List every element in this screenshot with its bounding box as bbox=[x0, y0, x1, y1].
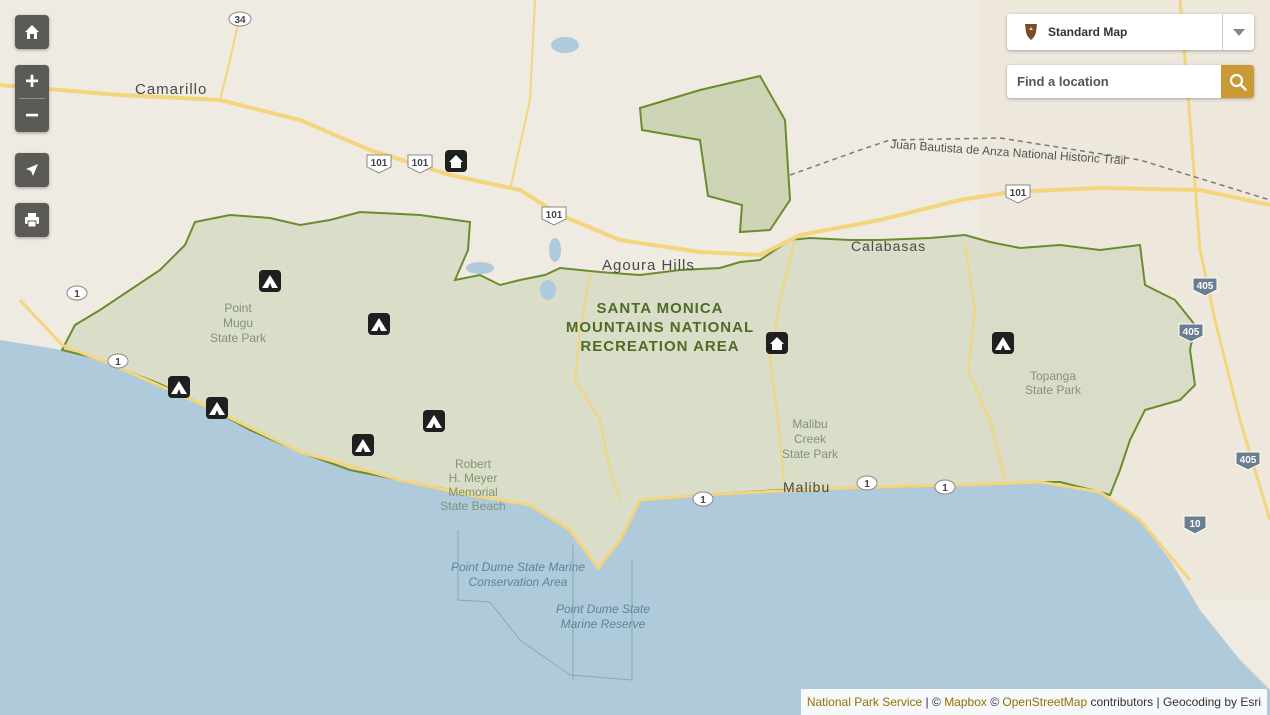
svg-text:1: 1 bbox=[700, 495, 706, 506]
search-icon bbox=[1229, 73, 1247, 91]
lake-malibou bbox=[540, 280, 556, 300]
basemap-dropdown-toggle[interactable] bbox=[1223, 14, 1254, 50]
svg-text:1: 1 bbox=[74, 289, 80, 300]
search-input[interactable] bbox=[1007, 65, 1221, 98]
lake-westlake bbox=[549, 238, 561, 262]
campground-marker[interactable] bbox=[423, 410, 445, 432]
route-shield-1: 1 bbox=[66, 285, 88, 301]
zoom-in-button[interactable]: + bbox=[15, 65, 49, 98]
lake-sherwood bbox=[466, 262, 494, 274]
route-shield-1: 1 bbox=[934, 479, 956, 495]
state-park-label-malibu-creek-2: Creek bbox=[794, 432, 827, 446]
state-beach-label-meyer-1: Robert bbox=[455, 457, 492, 471]
lake bbox=[551, 37, 579, 53]
search-button[interactable] bbox=[1221, 65, 1254, 98]
campground-marker[interactable] bbox=[168, 376, 190, 398]
locate-button[interactable] bbox=[15, 153, 49, 187]
svg-text:405: 405 bbox=[1183, 327, 1200, 338]
city-label-calabasas: Calabasas bbox=[851, 238, 926, 254]
park-label-line-1: SANTA MONICA bbox=[597, 300, 724, 317]
svg-text:1: 1 bbox=[864, 479, 870, 490]
svg-text:101: 101 bbox=[412, 158, 429, 169]
svg-text:101: 101 bbox=[1010, 188, 1027, 199]
chevron-down-icon bbox=[1232, 28, 1245, 36]
visitor-center-marker[interactable] bbox=[445, 150, 467, 172]
openstreetmap-link[interactable]: OpenStreetMap bbox=[1002, 695, 1087, 709]
state-park-label-point-mugu-2: Mugu bbox=[223, 316, 253, 330]
state-beach-label-meyer-3: Memorial bbox=[448, 485, 497, 499]
marine-area-label-reserve-1: Point Dume State bbox=[556, 602, 650, 616]
park-label-line-2: MOUNTAINS NATIONAL bbox=[566, 319, 754, 336]
state-park-label-point-mugu-1: Point bbox=[224, 301, 252, 315]
home-button[interactable] bbox=[15, 15, 49, 49]
route-shield-1: 1 bbox=[856, 475, 878, 491]
zoom-out-button[interactable]: − bbox=[15, 99, 49, 132]
attribution-separator: © bbox=[986, 695, 1003, 709]
attribution-text: contributors | Geocoding by Esri bbox=[1087, 695, 1261, 709]
route-shield-34: 34 bbox=[228, 11, 252, 27]
campground-marker[interactable] bbox=[368, 313, 390, 335]
city-label-camarillo: Camarillo bbox=[135, 81, 207, 98]
map-canvas[interactable]: Camarillo Agoura Hills Calabasas Malibu … bbox=[0, 0, 1270, 715]
visitor-center-marker[interactable] bbox=[766, 332, 788, 354]
svg-text:1: 1 bbox=[942, 483, 948, 494]
marine-area-label-conservation-1: Point Dume State Marine bbox=[451, 560, 585, 574]
nps-arrowhead-icon bbox=[1025, 24, 1037, 40]
location-search bbox=[1007, 65, 1254, 98]
svg-text:101: 101 bbox=[371, 158, 388, 169]
svg-text:101: 101 bbox=[546, 210, 563, 221]
home-icon bbox=[25, 25, 39, 39]
attribution-separator: | © bbox=[922, 695, 945, 709]
state-park-label-point-mugu-3: State Park bbox=[210, 331, 267, 345]
svg-text:405: 405 bbox=[1197, 281, 1214, 292]
map-attribution: National Park Service | © Mapbox © OpenS… bbox=[800, 689, 1267, 715]
printer-icon bbox=[25, 213, 39, 228]
zoom-controls: + − bbox=[15, 65, 49, 132]
state-beach-label-meyer-4: State Beach bbox=[440, 499, 505, 513]
state-park-label-topanga-1: Topanga bbox=[1030, 369, 1076, 383]
state-beach-label-meyer-2: H. Meyer bbox=[449, 471, 498, 485]
svg-text:10: 10 bbox=[1189, 519, 1201, 530]
city-label-agoura-hills: Agoura Hills bbox=[602, 257, 695, 274]
print-button[interactable] bbox=[15, 203, 49, 237]
svg-text:1: 1 bbox=[115, 357, 121, 368]
svg-text:34: 34 bbox=[234, 15, 246, 26]
state-park-label-malibu-creek-3: State Park bbox=[782, 447, 839, 461]
nps-link[interactable]: National Park Service bbox=[807, 695, 922, 709]
basemap-selector[interactable]: Standard Map bbox=[1007, 14, 1254, 50]
marine-area-label-conservation-2: Conservation Area bbox=[469, 575, 568, 589]
park-label-line-3: RECREATION AREA bbox=[580, 338, 739, 355]
route-shield-1: 1 bbox=[692, 491, 714, 507]
mapbox-link[interactable]: Mapbox bbox=[944, 695, 987, 709]
location-arrow-icon bbox=[26, 164, 38, 176]
city-label-malibu: Malibu bbox=[783, 479, 830, 495]
campground-marker[interactable] bbox=[992, 332, 1014, 354]
route-shield-1: 1 bbox=[107, 353, 129, 369]
state-park-label-malibu-creek-1: Malibu bbox=[792, 417, 827, 431]
state-park-label-topanga-2: State Park bbox=[1025, 383, 1082, 397]
campground-marker[interactable] bbox=[259, 270, 281, 292]
campground-marker[interactable] bbox=[206, 397, 228, 419]
marine-area-label-reserve-2: Marine Reserve bbox=[561, 617, 646, 631]
basemap-selected-label: Standard Map bbox=[1048, 25, 1128, 39]
svg-text:405: 405 bbox=[1240, 455, 1257, 466]
campground-marker[interactable] bbox=[352, 434, 374, 456]
